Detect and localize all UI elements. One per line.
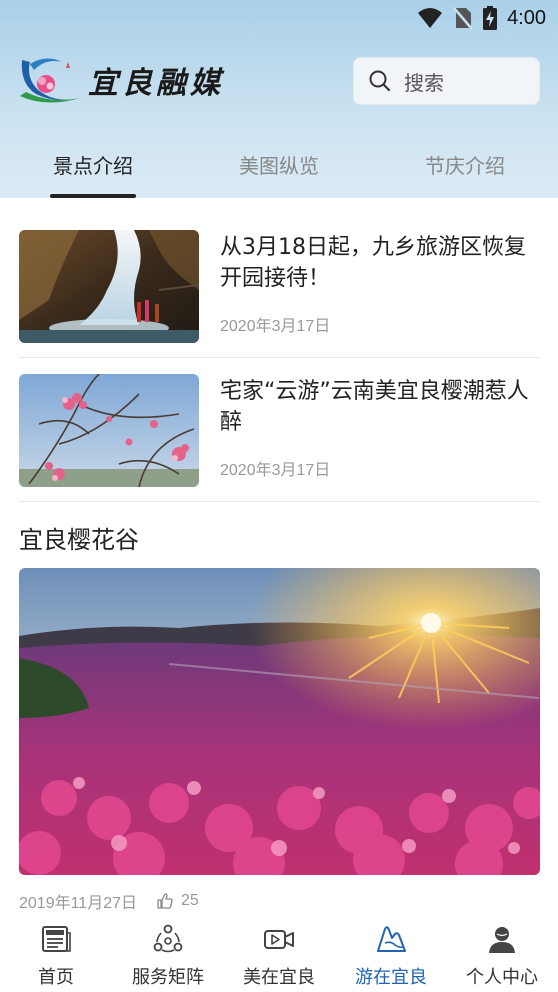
- cherry-blossom-branch-photo: [19, 374, 199, 487]
- bottom-nav: 首页 服务矩阵 美在宜良 游在宜良 个人中心: [0, 915, 558, 992]
- status-bar: 4:00: [0, 0, 558, 38]
- wifi-icon: [418, 8, 443, 28]
- nav-label: 服务矩阵: [132, 967, 204, 988]
- search-input[interactable]: 搜索: [353, 57, 540, 105]
- featured-meta: 2019年11月27日 25: [19, 889, 199, 913]
- nav-beauty[interactable]: 美在宜良: [223, 915, 335, 992]
- tab-photo-gallery[interactable]: 美图纵览: [235, 150, 323, 179]
- divider: [19, 357, 540, 358]
- app-header: 4:00 宜良融媒 搜索 景点介绍 美图纵览 节庆介绍: [0, 0, 558, 198]
- battery-charging-icon: [483, 6, 498, 30]
- active-tab-indicator: [50, 194, 136, 198]
- news-date: 2020年3月17日: [220, 462, 331, 479]
- news-item[interactable]: 从3月18日起，九乡旅游区恢复开园接待！ 2020年3月17日: [19, 230, 540, 356]
- network-icon: [153, 924, 183, 953]
- nav-home[interactable]: 首页: [0, 915, 112, 992]
- news-item[interactable]: 宅家“云游”云南美宜良樱潮惹人醉 2020年3月17日: [19, 374, 540, 500]
- search-placeholder: 搜索: [404, 70, 444, 95]
- logo-mark-icon: [20, 58, 80, 103]
- search-icon: [369, 70, 391, 92]
- tab-scenic-intro[interactable]: 景点介绍: [50, 150, 136, 179]
- mountain-icon: [377, 926, 406, 952]
- app-logo[interactable]: 宜良融媒: [16, 54, 224, 106]
- newspaper-icon: [42, 926, 71, 952]
- nav-travel[interactable]: 游在宜良: [335, 915, 447, 992]
- category-tabs: 景点介绍 美图纵览 节庆介绍: [0, 140, 558, 198]
- like-count: 25: [181, 892, 199, 909]
- nav-profile[interactable]: 个人中心: [446, 915, 558, 992]
- user-icon: [489, 927, 515, 953]
- nav-label: 首页: [38, 967, 74, 988]
- nav-label: 美在宜良: [243, 967, 315, 988]
- status-time: 4:00: [507, 6, 546, 29]
- news-title: 宅家“云游”云南美宜良樱潮惹人醉: [220, 379, 529, 435]
- logo-text: 宜良融媒: [88, 66, 224, 101]
- nav-label: 游在宜良: [355, 967, 427, 988]
- waterfall-cave-photo: [19, 230, 199, 343]
- featured-date: 2019年11月27日: [19, 895, 138, 912]
- news-title: 从3月18日起，九乡旅游区恢复开园接待！: [220, 235, 526, 291]
- video-icon: [264, 930, 294, 949]
- no-sim-icon: [453, 7, 474, 30]
- cherry-valley-sunset-photo[interactable]: [19, 568, 540, 875]
- nav-services[interactable]: 服务矩阵: [112, 915, 224, 992]
- divider: [19, 501, 540, 502]
- nav-label: 个人中心: [466, 967, 538, 988]
- featured-title[interactable]: 宜良樱花谷: [19, 520, 139, 555]
- thumbs-up-icon[interactable]: [157, 893, 173, 909]
- news-date: 2020年3月17日: [220, 318, 331, 335]
- tab-festival-intro[interactable]: 节庆介绍: [421, 150, 509, 179]
